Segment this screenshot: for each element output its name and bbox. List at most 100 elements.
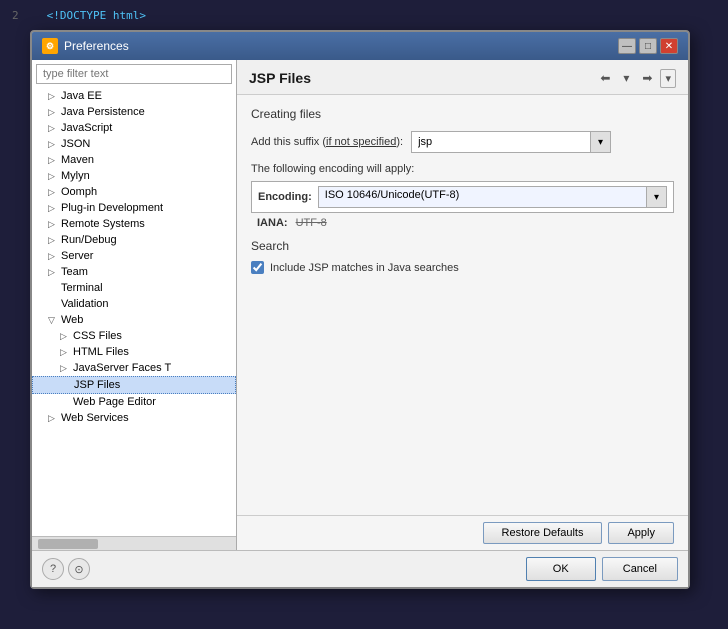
tree-item-oomph[interactable]: ▷ Oomph [32,184,236,200]
encoding-section: The following encoding will apply: Encod… [251,163,674,229]
help-button[interactable]: ? [42,558,64,580]
title-bar-buttons: — □ ✕ [618,38,678,54]
tree-item-label: Team [61,266,88,278]
tree-item-javascript[interactable]: ▷ JavaScript [32,120,236,136]
tree-item-label: JavaServer Faces T [73,362,171,374]
expand-arrow: ▷ [48,219,58,230]
search-section-title: Search [251,239,674,253]
tree-item-label: Run/Debug [61,234,117,246]
content-title: JSP Files [249,70,311,86]
tree-item-label: JSP Files [74,379,120,391]
expand-arrow: ▷ [48,91,58,102]
tree-item-maven[interactable]: ▷ Maven [32,152,236,168]
nav-buttons: ⬅ ▾ ➡ ▾ [595,68,676,88]
suffix-dropdown-arrow[interactable]: ▾ [590,132,610,152]
minimize-button[interactable]: — [618,38,636,54]
content-panel: JSP Files ⬅ ▾ ➡ ▾ Creating files Add thi… [237,60,688,550]
tree-item-validation[interactable]: ▷ Validation [32,296,236,312]
suffix-combo[interactable]: ▾ [411,131,611,153]
expand-arrow: ▷ [60,347,70,358]
expand-arrow: ▷ [48,139,58,150]
bottom-bar: ? ⊙ OK Cancel [32,550,688,587]
expand-arrow: ▷ [60,331,70,342]
encoding-combo[interactable]: ISO 10646/Unicode(UTF-8) ▾ [318,186,667,208]
expand-arrow: ▷ [48,267,58,278]
preferences-icon: ⚙ [42,38,58,54]
title-bar: ⚙ Preferences — □ ✕ [32,32,688,60]
restore-defaults-button[interactable]: Restore Defaults [483,522,603,544]
tree-item-jsf[interactable]: ▷ JavaServer Faces T [32,360,236,376]
tree-item-label: Web Services [61,412,129,424]
tree-item-java-persistence[interactable]: ▷ Java Persistence [32,104,236,120]
tree-item-html-files[interactable]: ▷ HTML Files [32,344,236,360]
tree-item-label: Remote Systems [61,218,145,230]
tree-item-label: Server [61,250,93,262]
tree-item-label: Web [61,314,83,326]
tree-container[interactable]: ▷ Java EE ▷ Java Persistence ▷ JavaScrip… [32,88,236,536]
content-action-buttons: Restore Defaults Apply [237,515,688,550]
tree-item-java-ee[interactable]: ▷ Java EE [32,88,236,104]
checkbox-row: Include JSP matches in Java searches [251,261,674,274]
suffix-label: Add this suffix (if not specified): [251,136,403,148]
tree-panel: ▷ Java EE ▷ Java Persistence ▷ JavaScrip… [32,60,237,550]
suffix-row: Add this suffix (if not specified): ▾ [251,131,674,153]
expand-arrow: ▷ [48,251,58,262]
expand-arrow: ▷ [60,363,70,374]
dialog-title: Preferences [64,39,129,53]
nav-dropdown-button[interactable]: ▾ [618,68,634,88]
encoding-dropdown-arrow[interactable]: ▾ [646,187,666,207]
checkbox-label: Include JSP matches in Java searches [270,262,459,274]
ok-button[interactable]: OK [526,557,596,581]
filter-input[interactable] [36,64,232,84]
horizontal-scrollbar[interactable] [32,536,236,550]
tree-item-label: Maven [61,154,94,166]
nav-back-button[interactable]: ⬅ [595,68,615,88]
tree-item-label: Java EE [61,90,102,102]
tree-item-remote-systems[interactable]: ▷ Remote Systems [32,216,236,232]
tree-item-web-page-editor[interactable]: ▷ Web Page Editor [32,394,236,410]
tree-item-jsp-files[interactable]: ▷ JSP Files [32,376,236,394]
creating-files-section-title: Creating files [251,107,674,121]
iana-row: IANA: UTF-8 [257,217,674,229]
expand-arrow: ▷ [48,123,58,134]
tree-item-label: CSS Files [73,330,122,342]
tree-item-web-services[interactable]: ▷ Web Services [32,410,236,426]
scrollbar-thumb[interactable] [38,539,98,549]
tree-item-label: Web Page Editor [73,396,156,408]
apply-button[interactable]: Apply [608,522,674,544]
tree-item-label: Mylyn [61,170,90,182]
tree-item-server[interactable]: ▷ Server [32,248,236,264]
tree-item-run-debug[interactable]: ▷ Run/Debug [32,232,236,248]
tree-item-label: Terminal [61,282,103,294]
tree-item-mylyn[interactable]: ▷ Mylyn [32,168,236,184]
expand-arrow: ▷ [48,235,58,246]
tree-item-plugin-dev[interactable]: ▷ Plug-in Development [32,200,236,216]
expand-arrow: ▷ [48,171,58,182]
cancel-button[interactable]: Cancel [602,557,678,581]
tree-item-label: JSON [61,138,90,150]
maximize-button[interactable]: □ [639,38,657,54]
tree-item-team[interactable]: ▷ Team [32,264,236,280]
tree-item-css-files[interactable]: ▷ CSS Files [32,328,236,344]
expand-arrow: ▷ [48,187,58,198]
tree-item-web[interactable]: ▽ Web [32,312,236,328]
expand-arrow: ▷ [48,203,58,214]
nav-forward-button[interactable]: ➡ [637,68,657,88]
dialog-bottom-buttons: OK Cancel [526,557,678,581]
tree-item-label: Validation [61,298,109,310]
iana-label: IANA: [257,217,288,229]
tree-item-terminal[interactable]: ▷ Terminal [32,280,236,296]
close-button[interactable]: ✕ [660,38,678,54]
title-bar-left: ⚙ Preferences [42,38,129,54]
content-header: JSP Files ⬅ ▾ ➡ ▾ [237,60,688,95]
nav-menu-button[interactable]: ▾ [660,69,676,88]
tree-item-label: HTML Files [73,346,129,358]
suffix-label-underline: if not specified [326,136,396,148]
preferences-link-button[interactable]: ⊙ [68,558,90,580]
tree-item-json[interactable]: ▷ JSON [32,136,236,152]
search-section: Search Include JSP matches in Java searc… [251,239,674,274]
expand-arrow: ▷ [48,155,58,166]
jsp-matches-checkbox[interactable] [251,261,264,274]
suffix-input[interactable] [412,134,590,150]
bottom-icons: ? ⊙ [42,558,90,580]
